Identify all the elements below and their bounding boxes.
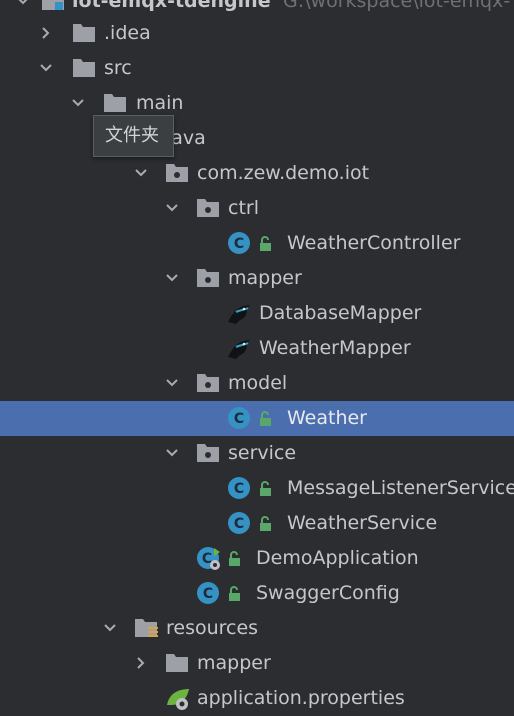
chevron-down-icon[interactable]: [132, 164, 150, 182]
tree-row-weather-mapper[interactable]: WeatherMapper: [0, 331, 514, 366]
tree-item-label: ctrl: [228, 197, 259, 219]
module-folder-icon: [41, 0, 65, 12]
folder-icon: [72, 57, 96, 79]
public-lock-icon: [258, 235, 272, 251]
chevron-down-icon[interactable]: [163, 444, 181, 462]
project-path: G:\workspace\iot-emqx-: [283, 0, 511, 12]
tree-row-java[interactable]: java: [0, 121, 514, 156]
public-lock-icon: [258, 410, 272, 426]
project-name: iot-emqx-tdengine: [72, 0, 271, 12]
tree-row-weather-controller[interactable]: C WeatherController: [0, 226, 514, 261]
folder-icon: [165, 652, 189, 674]
tree-item-label: mapper: [228, 267, 302, 289]
tree-row-mapper-package[interactable]: mapper: [0, 261, 514, 296]
tree-item-label: MessageListenerService: [287, 477, 514, 499]
tree-item-label: WeatherMapper: [259, 337, 411, 359]
package-icon: [165, 162, 189, 184]
tree-item-label: DemoApplication: [256, 547, 419, 569]
package-icon: [196, 197, 220, 219]
chevron-down-icon[interactable]: [163, 374, 181, 392]
tree-row-weather-service[interactable]: C WeatherService: [0, 506, 514, 541]
folder-icon: [72, 22, 96, 44]
folder-tooltip: 文件夹: [93, 115, 174, 157]
class-icon: C: [196, 582, 220, 604]
tree-row-main[interactable]: main: [0, 86, 514, 121]
tree-row-service[interactable]: service: [0, 436, 514, 471]
tree-row-application-properties[interactable]: application.properties: [0, 681, 514, 716]
class-icon: C: [227, 477, 251, 499]
chevron-right-icon[interactable]: [37, 24, 55, 42]
tree-row-model[interactable]: model: [0, 366, 514, 401]
tree-item-label: main: [136, 92, 184, 114]
chevron-down-icon[interactable]: [69, 94, 87, 112]
chevron-right-icon[interactable]: [132, 654, 150, 672]
package-icon: [196, 267, 220, 289]
class-icon: C: [227, 232, 251, 254]
public-lock-icon: [227, 550, 241, 566]
tree-row-demo-application[interactable]: C DemoApplication: [0, 541, 514, 576]
tree-item-label: application.properties: [197, 687, 405, 709]
chevron-down-icon[interactable]: [14, 0, 32, 10]
mybatis-bird-icon: [226, 337, 250, 359]
svg-text:C: C: [234, 411, 244, 427]
tree-row-package-root[interactable]: com.zew.demo.iot: [0, 156, 514, 191]
svg-text:C: C: [203, 586, 213, 602]
tree-item-label: DatabaseMapper: [259, 302, 422, 324]
tree-row-idea[interactable]: .idea: [0, 16, 514, 51]
tree-row-database-mapper[interactable]: DatabaseMapper: [0, 296, 514, 331]
chevron-down-icon[interactable]: [163, 269, 181, 287]
tree-row-swagger-config[interactable]: C SwaggerConfig: [0, 576, 514, 611]
public-lock-icon: [258, 480, 272, 496]
public-lock-icon: [258, 515, 272, 531]
spring-properties-icon: [165, 687, 189, 710]
tree-item-label: Weather: [287, 407, 367, 429]
tree-row-resources-mapper[interactable]: mapper: [0, 646, 514, 681]
svg-text:C: C: [234, 481, 244, 497]
package-icon: [196, 372, 220, 394]
tree-row-weather[interactable]: C Weather: [0, 401, 514, 436]
public-lock-icon: [227, 585, 241, 601]
svg-text:C: C: [234, 236, 244, 252]
tree-item-label: model: [228, 372, 288, 394]
project-tree: iot-emqx-tdengine G:\workspace\iot-emqx-…: [0, 0, 514, 714]
class-icon: C: [227, 512, 251, 534]
chevron-down-icon[interactable]: [37, 59, 55, 77]
chevron-down-icon[interactable]: [163, 199, 181, 217]
tree-item-label: com.zew.demo.iot: [197, 162, 370, 184]
resources-folder-icon: [134, 617, 158, 639]
folder-icon: [103, 92, 127, 114]
tree-row-ctrl[interactable]: ctrl: [0, 191, 514, 226]
spring-boot-class-icon: C: [196, 547, 220, 570]
tree-item-label: SwaggerConfig: [256, 582, 400, 604]
svg-text:C: C: [234, 516, 244, 532]
tree-row-src[interactable]: src: [0, 51, 514, 86]
tree-item-label: service: [228, 442, 297, 464]
tree-item-label: .idea: [104, 22, 151, 44]
package-icon: [196, 442, 220, 464]
tree-item-label: WeatherService: [287, 512, 438, 534]
tree-row-resources[interactable]: resources: [0, 611, 514, 646]
tree-item-label: src: [104, 57, 132, 79]
tree-row-message-listener-service[interactable]: C MessageListenerService: [0, 471, 514, 506]
tree-item-label: resources: [166, 617, 259, 639]
class-icon: C: [227, 407, 251, 429]
mybatis-bird-icon: [226, 302, 250, 324]
chevron-down-icon[interactable]: [101, 619, 119, 637]
tree-item-label: WeatherController: [287, 232, 461, 254]
tree-item-label: mapper: [197, 652, 271, 674]
